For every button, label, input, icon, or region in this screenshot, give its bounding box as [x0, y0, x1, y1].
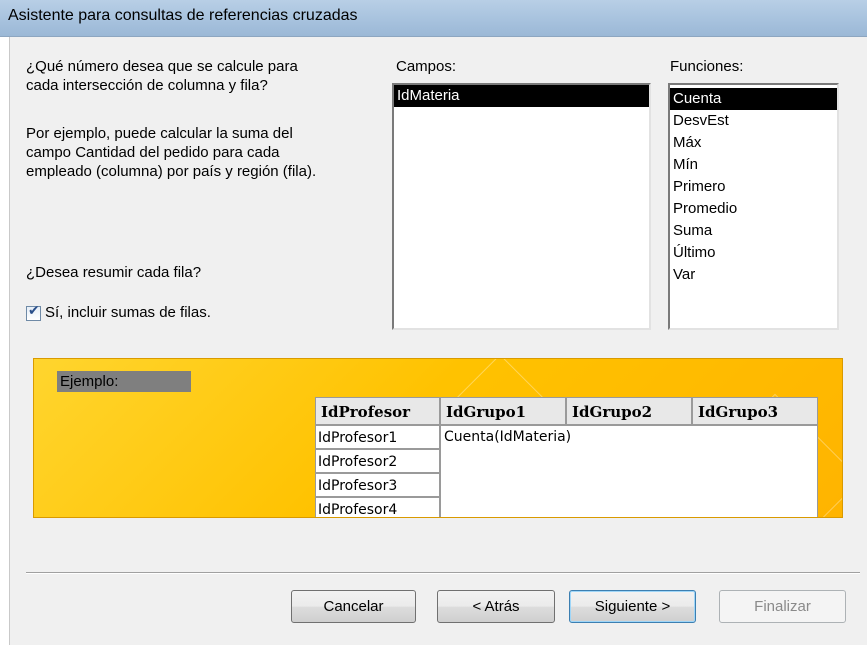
example-text-line-1: Por ejemplo, puede calcular la suma del [26, 125, 293, 142]
data-cell-value: Cuenta(IdMateria) [444, 429, 572, 445]
function-item-var[interactable]: Var [670, 264, 837, 286]
back-button[interactable]: < Atrás [437, 590, 555, 623]
cancel-button[interactable]: Cancelar [291, 590, 416, 623]
row-cell: IdProfesor3 [315, 473, 440, 497]
row-cell: IdProfesor2 [315, 449, 440, 473]
include-row-sums-label[interactable]: Sí, incluir sumas de filas. [45, 303, 211, 322]
window-left-border [0, 37, 10, 645]
function-item-desvest[interactable]: DesvEst [670, 110, 837, 132]
function-item-promedio[interactable]: Promedio [670, 198, 837, 220]
functions-listbox[interactable]: Cuenta DesvEst Máx Mín Primero Promedio … [668, 83, 839, 330]
column-header-cell: IdGrupo2 [566, 397, 692, 425]
finish-button[interactable]: Finalizar [719, 590, 846, 623]
row-cell: IdProfesor1 [315, 425, 440, 449]
row-cell: IdProfesor4 [315, 497, 440, 517]
next-button[interactable]: Siguiente > [569, 590, 696, 623]
fields-list-item[interactable]: IdMateria [394, 85, 649, 107]
functions-label: Funciones: [670, 58, 744, 75]
window-title: Asistente para consultas de referencias … [8, 7, 358, 24]
include-row-sums-checkbox[interactable]: ✔ [26, 303, 41, 321]
question-line-2: cada intersección de columna y fila? [26, 77, 268, 94]
function-item-suma[interactable]: Suma [670, 220, 837, 242]
function-item-max[interactable]: Máx [670, 132, 837, 154]
column-header-cell: IdGrupo1 [440, 397, 566, 425]
example-panel: Ejemplo: IdProfesor IdGrupo1 IdGrupo2 Id… [33, 358, 843, 518]
function-item-min[interactable]: Mín [670, 154, 837, 176]
title-bar: Asistente para consultas de referencias … [0, 0, 867, 37]
example-text-line-2: campo Cantidad del pedido para cada [26, 144, 280, 161]
fields-listbox[interactable]: IdMateria [392, 83, 651, 330]
checkmark-icon: ✔ [28, 303, 40, 319]
example-label: Ejemplo: [57, 371, 191, 392]
summary-question: ¿Desea resumir cada fila? [26, 264, 202, 281]
column-header-cell: IdGrupo3 [692, 397, 818, 425]
example-text-line-3: empleado (columna) por país y región (fi… [26, 163, 317, 180]
question-line-1: ¿Qué número desea que se calcule para [26, 58, 298, 75]
row-header-cell: IdProfesor [315, 397, 440, 425]
fields-label: Campos: [396, 58, 457, 75]
data-cell: Cuenta(IdMateria) [440, 425, 818, 517]
function-item-primero[interactable]: Primero [670, 176, 837, 198]
function-item-ultimo[interactable]: Último [670, 242, 837, 264]
function-item-cuenta[interactable]: Cuenta [670, 88, 837, 110]
separator [26, 572, 860, 574]
